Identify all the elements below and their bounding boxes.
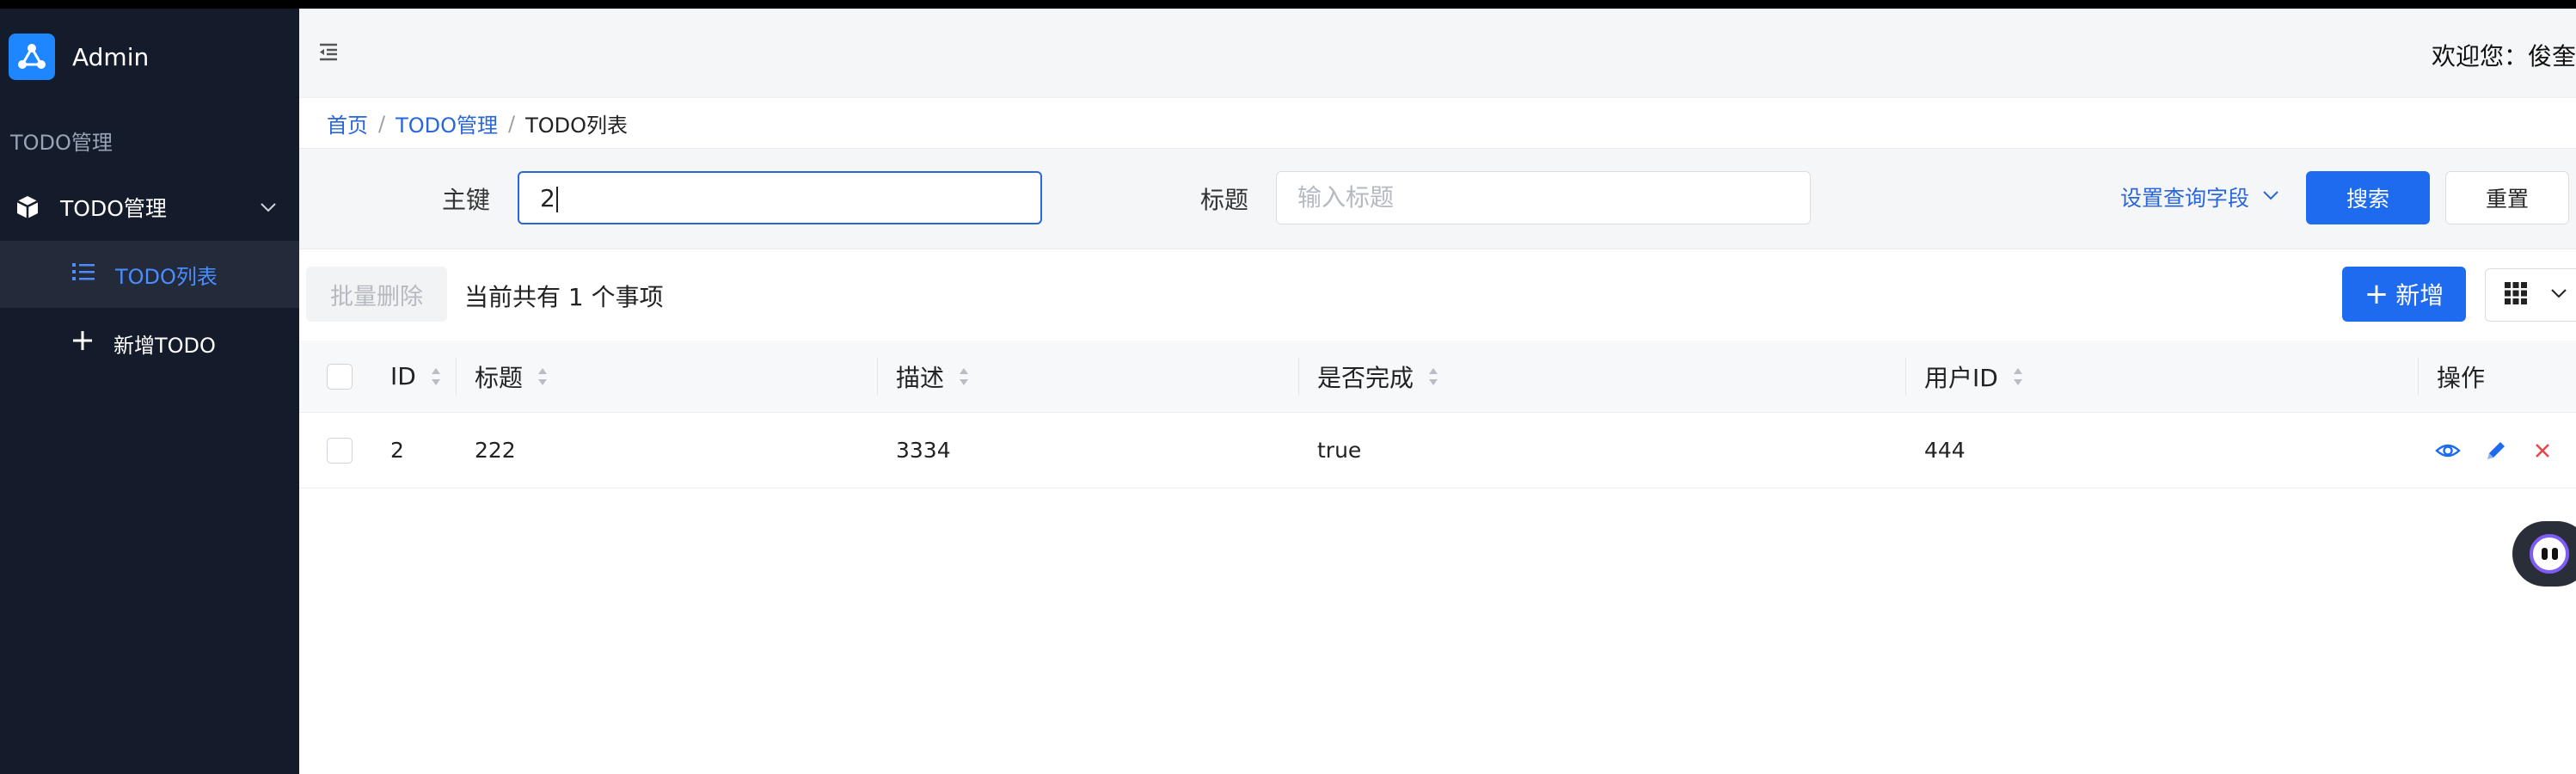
title-field-label: 标题 [1200, 186, 1249, 214]
sidebar-item-label: 新增TODO [113, 333, 216, 358]
sort-icon[interactable] [430, 366, 442, 388]
table-header: ID 标题 描述 是否完成 用户ID 操作 [299, 341, 2576, 413]
column-divider [877, 358, 878, 396]
id-field-label: 主键 [442, 186, 491, 214]
batch-delete-button[interactable]: 批量删除 [306, 267, 447, 322]
breadcrumb: 首页 / TODO管理 / TODO列表 [327, 108, 628, 138]
table-row: 2 222 3334 true 444 [299, 413, 2576, 488]
column-header-id[interactable]: ID [390, 341, 442, 412]
column-header-desc[interactable]: 描述 [896, 341, 970, 412]
plus-icon [71, 329, 95, 358]
column-header-label: 描述 [896, 363, 945, 392]
add-button[interactable]: + 新增 [2342, 267, 2466, 322]
menu-collapse-icon[interactable] [315, 38, 342, 65]
column-divider [2418, 358, 2419, 396]
column-header-label: 用户ID [1924, 363, 1998, 392]
app-logo-icon [9, 34, 55, 80]
row-checkbox[interactable] [327, 437, 353, 464]
breadcrumb-current: TODO列表 [525, 114, 629, 138]
column-header-actions: 操作 [2437, 341, 2485, 412]
edit-pencil-icon[interactable] [2483, 438, 2509, 464]
id-search-input[interactable]: 2 [518, 171, 1042, 224]
column-header-label: 操作 [2437, 363, 2486, 392]
title-search-input[interactable]: 输入标题 [1276, 171, 1811, 224]
sidebar-item-add-todo[interactable]: 新增TODO [0, 310, 299, 377]
row-actions [2435, 413, 2576, 488]
header: 欢迎您：俊奎 [299, 9, 2576, 98]
cell-id: 2 [390, 438, 404, 463]
plus-icon: + [2364, 277, 2389, 311]
cell-user-id: 444 [1924, 438, 1966, 463]
sidebar-menu-todo[interactable]: TODO管理 [0, 174, 299, 241]
breadcrumb-separator: / [378, 111, 386, 136]
sidebar-item-label: TODO列表 [115, 264, 218, 289]
column-divider [1298, 358, 1299, 396]
id-input-value: 2 [540, 184, 555, 212]
text-cursor [555, 187, 558, 212]
sidebar-menu-label: TODO管理 [60, 196, 167, 221]
top-edge-strip [0, 0, 2576, 9]
chevron-down-icon [2261, 185, 2280, 210]
column-header-label: ID [390, 362, 416, 390]
assistant-bot-icon [2530, 534, 2569, 574]
sidebar: Admin TODO管理 TODO管理 TODO列表 新增TODO [0, 9, 299, 774]
cell-done: true [1317, 438, 1362, 463]
delete-x-icon[interactable] [2531, 439, 2554, 462]
brand[interactable]: Admin [9, 33, 149, 81]
app-name: Admin [72, 42, 150, 71]
list-icon [71, 259, 96, 290]
chevron-up-icon [258, 196, 279, 222]
sort-icon[interactable] [2012, 366, 2024, 388]
column-header-label: 标题 [475, 363, 524, 392]
sort-icon[interactable] [958, 366, 970, 388]
column-header-done[interactable]: 是否完成 [1317, 341, 1439, 412]
item-count-text: 当前共有 1 个事项 [464, 283, 664, 311]
todo-table: ID 标题 描述 是否完成 用户ID 操作 2 222 3334 true 44… [299, 341, 2576, 488]
cell-title: 222 [475, 438, 516, 463]
add-button-label: 新增 [2395, 281, 2444, 310]
sidebar-group-title: TODO管理 [10, 131, 113, 155]
set-query-fields-link[interactable]: 设置查询字段 [2120, 181, 2280, 212]
breadcrumb-separator: / [508, 111, 516, 136]
floating-assistant-button[interactable] [2512, 521, 2576, 587]
chevron-down-icon [2549, 284, 2568, 306]
reset-button[interactable]: 重置 [2445, 171, 2569, 224]
select-all-checkbox[interactable] [327, 363, 353, 390]
query-fields-label: 设置查询字段 [2120, 186, 2250, 211]
breadcrumb-home[interactable]: 首页 [327, 108, 368, 138]
sidebar-item-todo-list[interactable]: TODO列表 [0, 241, 299, 308]
column-divider [456, 358, 457, 396]
column-header-title[interactable]: 标题 [475, 341, 549, 412]
search-button[interactable]: 搜索 [2306, 171, 2430, 224]
welcome-user-text[interactable]: 欢迎您：俊奎 [2432, 38, 2576, 72]
column-divider [1905, 358, 1906, 396]
column-header-label: 是否完成 [1317, 363, 1414, 392]
grid-icon [2503, 280, 2529, 310]
column-settings-button[interactable] [2485, 268, 2576, 322]
breadcrumb-parent[interactable]: TODO管理 [396, 108, 498, 138]
sort-icon[interactable] [537, 366, 549, 388]
cell-desc: 3334 [896, 438, 951, 463]
view-eye-icon[interactable] [2435, 438, 2461, 464]
sort-icon[interactable] [1427, 366, 1439, 388]
column-header-user-id[interactable]: 用户ID [1924, 341, 2024, 412]
title-input-placeholder: 输入标题 [1297, 183, 1395, 212]
cube-icon [12, 192, 43, 223]
search-form: 主键 2 标题 输入标题 设置查询字段 搜索 重置 [299, 148, 2576, 249]
